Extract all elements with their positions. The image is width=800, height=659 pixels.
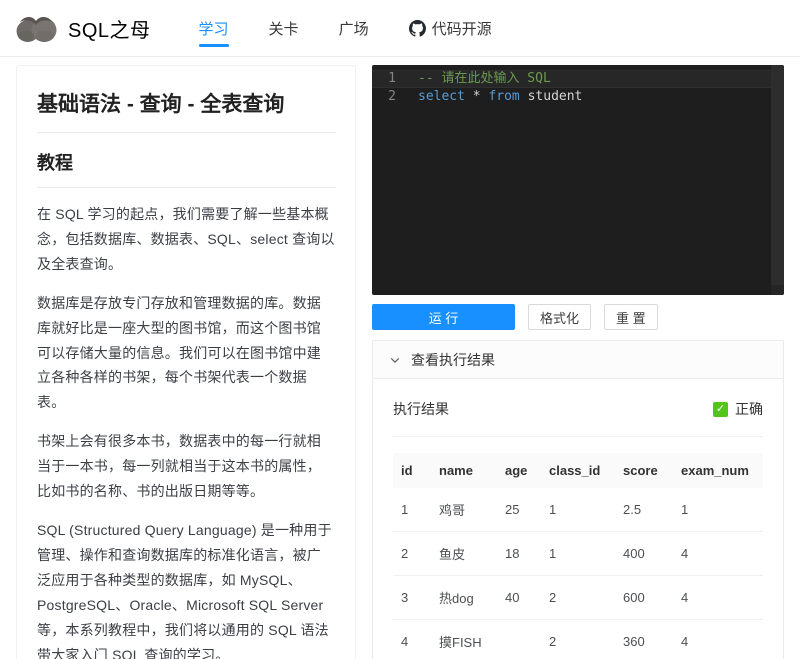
nav-item-study[interactable]: 学习 xyxy=(179,0,249,56)
main-nav: 学习 关卡 广场 代码开源 xyxy=(179,0,512,56)
section-title: 教程 xyxy=(37,149,335,188)
result-title: 执行结果 xyxy=(393,399,449,419)
table-cell: 4 xyxy=(393,620,431,659)
editor-corner xyxy=(771,285,784,295)
status-badge: ✓ 正确 xyxy=(713,399,763,419)
table-row: 3热dog4026004 xyxy=(393,576,763,620)
tutorial-paragraphs: 在 SQL 学习的起点，我们需要了解一些基本概念，包括数据库、数据表、SQL、s… xyxy=(37,202,335,659)
tutorial-paragraph: 数据库是存放专门存放和管理数据的库。数据库就好比是一座大型的图书馆，而这个图书馆… xyxy=(37,291,335,416)
tutorial-paragraph: 书架上会有很多本书，数据表中的每一行就相当于一本书，每一列就相当于这本书的属性，… xyxy=(37,429,335,504)
table-cell: 400 xyxy=(615,532,673,576)
table-cell: 4 xyxy=(673,620,763,659)
table-cell: 1 xyxy=(541,488,615,532)
check-icon: ✓ xyxy=(713,402,728,417)
code-text: -- 请在此处输入 SQL xyxy=(412,70,551,88)
table-cell: 2 xyxy=(541,576,615,620)
table-header-cell: class_id xyxy=(541,453,615,488)
code-text: select * from student xyxy=(412,88,582,106)
table-header-cell: id xyxy=(393,453,431,488)
code-line: 1-- 请在此处输入 SQL xyxy=(372,70,784,88)
table-cell: 360 xyxy=(615,620,673,659)
table-cell: 4 xyxy=(673,576,763,620)
workspace: 1-- 请在此处输入 SQL2select * from student 运 行… xyxy=(372,65,784,659)
table-cell: 摸FISH xyxy=(431,620,497,659)
tutorial-card: 基础语法 - 查询 - 全表查询 教程 在 SQL 学习的起点，我们需要了解一些… xyxy=(16,65,356,659)
table-cell: 热dog xyxy=(431,576,497,620)
run-button[interactable]: 运 行 xyxy=(372,304,515,330)
table-row: 2鱼皮1814004 xyxy=(393,532,763,576)
results-panel: 执行结果 ✓ 正确 idnameageclass_idscoreexam_num… xyxy=(373,379,783,659)
table-cell: 4 xyxy=(673,532,763,576)
line-number: 2 xyxy=(372,88,412,106)
nav-item-levels[interactable]: 关卡 xyxy=(249,0,319,56)
github-icon xyxy=(409,20,426,37)
table-cell: 1 xyxy=(673,488,763,532)
table-header-cell: score xyxy=(615,453,673,488)
collapse-header[interactable]: 查看执行结果 xyxy=(373,341,783,379)
sql-editor[interactable]: 1-- 请在此处输入 SQL2select * from student xyxy=(372,65,784,295)
table-cell xyxy=(497,620,541,659)
toolbar: 运 行 格式化 重 置 xyxy=(372,304,784,330)
reset-button[interactable]: 重 置 xyxy=(604,304,658,330)
results-table: idnameageclass_idscoreexam_num 1鸡哥2512.5… xyxy=(393,453,763,659)
brand-title: SQL之母 xyxy=(68,14,151,43)
format-button[interactable]: 格式化 xyxy=(528,304,591,330)
table-cell: 2.5 xyxy=(615,488,673,532)
nav-item-opensource[interactable]: 代码开源 xyxy=(389,0,512,56)
tutorial-paragraph: 在 SQL 学习的起点，我们需要了解一些基本概念，包括数据库、数据表、SQL、s… xyxy=(37,202,335,277)
table-cell: 1 xyxy=(541,532,615,576)
table-header-cell: name xyxy=(431,453,497,488)
table-cell: 鱼皮 xyxy=(431,532,497,576)
nav-item-plaza[interactable]: 广场 xyxy=(319,0,389,56)
nav-item-opensource-label: 代码开源 xyxy=(432,18,492,39)
table-cell: 2 xyxy=(541,620,615,659)
results-collapse: 查看执行结果 执行结果 ✓ 正确 idnameageclass_idscoree… xyxy=(372,340,784,659)
table-cell: 1 xyxy=(393,488,431,532)
table-cell: 2 xyxy=(393,532,431,576)
table-cell: 25 xyxy=(497,488,541,532)
main-content: 基础语法 - 查询 - 全表查询 教程 在 SQL 学习的起点，我们需要了解一些… xyxy=(0,57,800,659)
table-header-cell: exam_num xyxy=(673,453,763,488)
brand[interactable]: SQL之母 xyxy=(14,12,151,45)
status-label: 正确 xyxy=(735,399,763,419)
app-header: SQL之母 学习 关卡 广场 代码开源 xyxy=(0,0,800,57)
collapse-label: 查看执行结果 xyxy=(411,350,495,370)
tutorial-paragraph: SQL (Structured Query Language) 是一种用于管理、… xyxy=(37,518,335,659)
results-table-body: 1鸡哥2512.512鱼皮18140043热dog40260044摸FISH23… xyxy=(393,488,763,659)
rock-logo-icon xyxy=(14,12,58,45)
table-cell: 40 xyxy=(497,576,541,620)
page-title: 基础语法 - 查询 - 全表查询 xyxy=(37,88,335,133)
result-head: 执行结果 ✓ 正确 xyxy=(393,399,763,437)
table-row: 4摸FISH23604 xyxy=(393,620,763,659)
table-row: 1鸡哥2512.51 xyxy=(393,488,763,532)
results-table-head: idnameageclass_idscoreexam_num xyxy=(393,453,763,488)
table-cell: 3 xyxy=(393,576,431,620)
code-line: 2select * from student xyxy=(372,88,784,106)
chevron-down-icon xyxy=(390,355,400,365)
table-cell: 鸡哥 xyxy=(431,488,497,532)
table-cell: 18 xyxy=(497,532,541,576)
code-lines: 1-- 请在此处输入 SQL2select * from student xyxy=(372,70,784,106)
table-cell: 600 xyxy=(615,576,673,620)
editor-scrollbar[interactable] xyxy=(771,65,784,285)
line-number: 1 xyxy=(372,70,412,88)
table-header-cell: age xyxy=(497,453,541,488)
